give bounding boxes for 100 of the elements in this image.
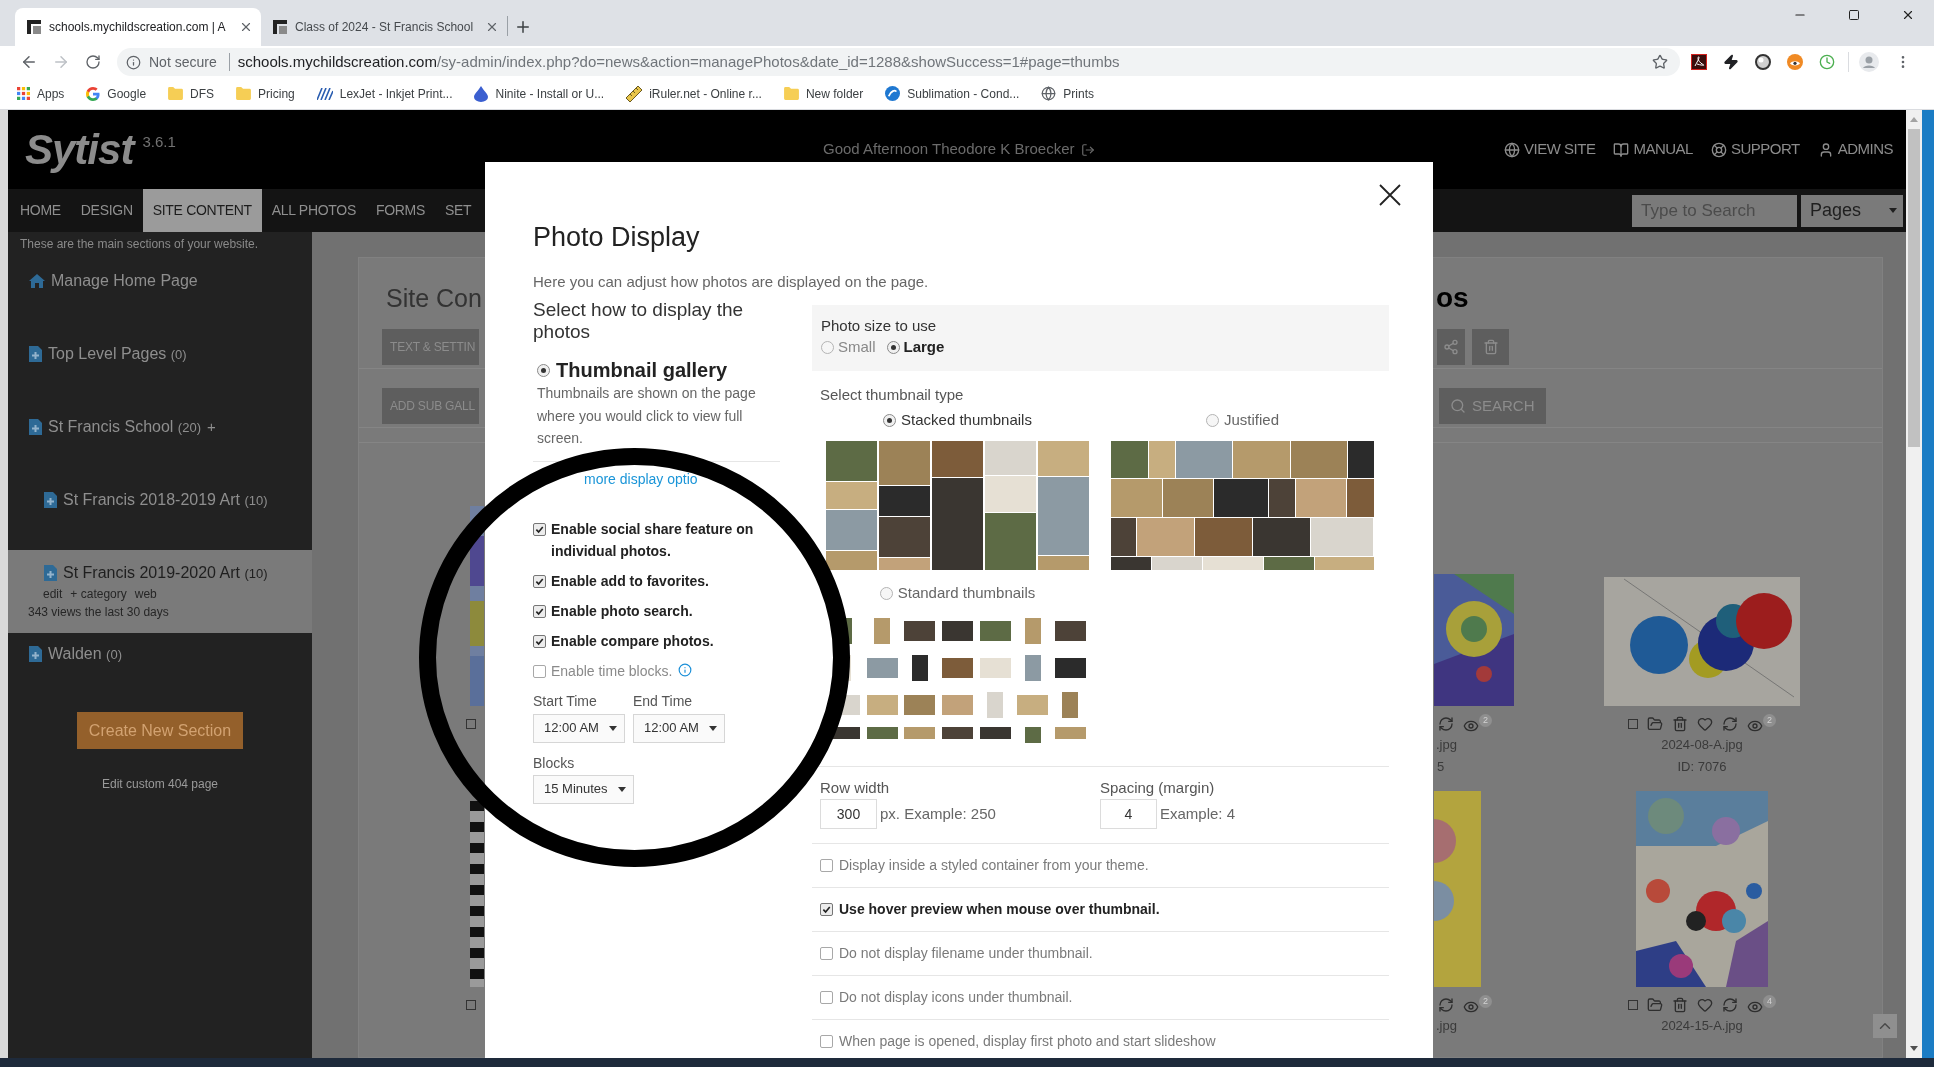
lightning-icon[interactable] [1723,54,1739,70]
checkbox[interactable] [533,664,546,678]
checkbox[interactable] [533,574,546,588]
eye-icon[interactable] [1747,999,1763,1015]
clock-icon[interactable] [1819,54,1835,70]
radio-button[interactable] [1206,413,1219,427]
time-select[interactable]: 12:00 AM [633,713,725,743]
close-button[interactable] [1378,183,1402,207]
nav-tab[interactable]: SET [435,189,482,232]
eye-icon[interactable] [1747,718,1763,734]
refresh-icon[interactable] [1438,716,1454,732]
sidebar-link[interactable]: St Francis School (20) [29,415,201,439]
bookmark[interactable]: Apps [17,84,65,103]
bookmark[interactable]: iRuler.net - Online r... [626,84,762,103]
forward-icon[interactable] [52,53,70,71]
extension-icon[interactable] [1787,54,1803,70]
maximize-icon[interactable] [1848,9,1860,21]
select-checkbox[interactable] [1628,719,1638,729]
checkbox[interactable] [533,634,546,648]
scrollbar[interactable] [1906,110,1922,1058]
more-options-link[interactable]: more display optio [584,470,698,487]
nav-tab[interactable]: SITE CONTENT [142,189,262,232]
checkbox[interactable] [820,903,833,916]
radio-button[interactable] [883,413,897,427]
ring-icon[interactable] [1755,54,1771,70]
checkbox[interactable] [820,991,833,1004]
header-link[interactable]: VIEW SITE [1504,138,1596,161]
bookmark[interactable]: New folder [783,84,864,103]
radio-button[interactable] [886,340,900,354]
extension-icon[interactable] [1691,54,1707,70]
item-action-link[interactable]: edit [43,585,63,603]
checkbox[interactable] [533,604,546,618]
info-icon[interactable] [678,662,693,677]
scroll-down-icon[interactable] [1910,1046,1918,1051]
close-icon[interactable] [239,20,253,34]
bookmark[interactable]: LexJet - Inkjet Print... [316,84,453,103]
time-select[interactable]: 12:00 AM [533,713,625,743]
scroll-up-icon[interactable] [1910,117,1918,122]
refresh-icon[interactable] [1722,997,1738,1013]
browser-tab[interactable]: Class of 2024 - St Francis School [261,8,507,46]
new-tab-icon[interactable] [514,18,532,36]
item-action-link[interactable]: + category [70,585,127,603]
nav-tab[interactable]: DESIGN [70,189,143,232]
bookmark[interactable]: DFS [168,84,215,103]
eye-icon[interactable] [1463,999,1479,1015]
folder-icon[interactable] [1647,997,1663,1013]
nav-tab[interactable]: ALL PHOTOS [261,189,366,232]
scroll-top-button[interactable] [1873,1014,1897,1038]
browser-tab[interactable]: schools.mychildscreation.com | A [15,8,261,46]
sidebar-link[interactable]: St Francis 2019-2020 Art (10) [44,561,268,585]
checkbox[interactable] [820,947,833,960]
sidebar-link[interactable]: Manage Home Page [29,269,198,293]
header-link[interactable]: MANUAL [1613,138,1693,161]
trash-icon[interactable] [1672,716,1688,732]
bookmark[interactable]: Ninite - Install or U... [474,84,605,103]
logout-icon[interactable] [1080,142,1095,157]
refresh-icon[interactable] [1722,716,1738,732]
add-link[interactable]: + [206,415,216,439]
folder-icon[interactable] [1647,716,1663,732]
scrollbar-thumb[interactable] [1908,129,1920,447]
radio-button[interactable] [879,586,893,600]
nav-tab[interactable]: FORMS [365,189,435,232]
refresh-icon[interactable] [1438,997,1454,1013]
checkbox[interactable] [820,859,833,872]
checkbox[interactable] [533,522,546,536]
bookmark[interactable]: Sublimation - Cond... [885,84,1020,103]
back-icon[interactable] [20,53,38,71]
eye-icon[interactable] [1463,718,1479,734]
nav-tab[interactable]: HOME [10,189,71,232]
heart-icon[interactable] [1697,997,1713,1013]
select-checkbox[interactable] [466,719,476,729]
address-bar[interactable]: Not secure schools.mychildscreation.com/sy-admin/index.php?do=news&action=managePhotos&date_id=1288&showSuccess=1#page=thumbs [117,48,1680,76]
sidebar-link[interactable]: Top Level Pages (0) [29,342,187,366]
select-checkbox[interactable] [1628,1000,1638,1010]
avatar-icon[interactable] [1859,52,1879,72]
select-checkbox[interactable] [466,1000,476,1010]
edit-404-link[interactable]: Edit custom 404 page [101,776,219,792]
url-text[interactable]: schools.mychildscreation.com/sy-admin/index.php?do=news&action=managePhotos&date_id=1288&showSuccess=1#page=thumbs [237,50,1120,74]
sidebar-link[interactable]: Walden (0) [29,642,122,666]
item-action-link[interactable]: web [134,585,157,603]
info-icon[interactable] [126,54,141,70]
radio-button[interactable] [537,363,550,377]
blocks-select[interactable]: 15 Minutes [533,774,634,804]
radio-button[interactable] [821,340,834,354]
checkbox[interactable] [820,1035,833,1048]
delete-button[interactable] [1472,329,1509,365]
bookmark-star-icon[interactable] [1652,54,1668,70]
header-link[interactable]: SUPPORT [1710,138,1800,161]
reload-icon[interactable] [85,54,101,70]
share-button[interactable] [1437,329,1465,365]
bookmark[interactable]: Prints [1041,84,1094,103]
sidebar-link[interactable]: St Francis 2018-2019 Art (10) [44,488,268,512]
header-link[interactable]: ADMINS [1817,138,1893,161]
heart-icon[interactable] [1697,716,1713,732]
scope-select[interactable]: Pages [1801,194,1903,227]
bookmark[interactable]: Pricing [236,84,295,103]
trash-icon[interactable] [1672,997,1688,1013]
close-icon[interactable] [1901,8,1915,22]
bookmark[interactable]: Google [86,84,147,103]
spacing-input[interactable]: 4 [1100,799,1157,829]
